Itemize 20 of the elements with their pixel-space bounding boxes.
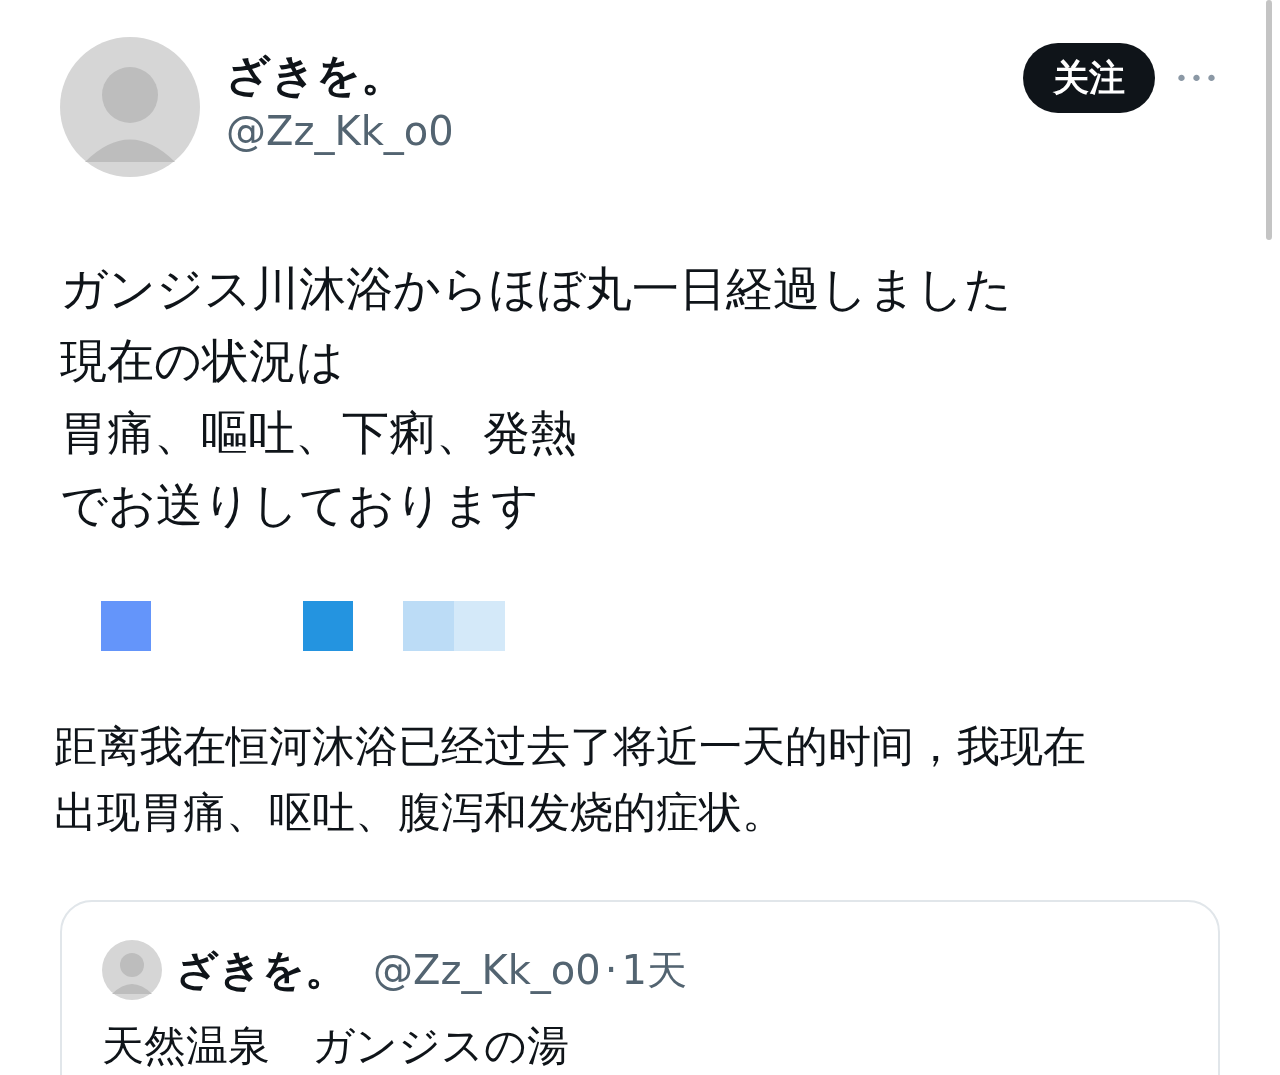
tweet-text: でお送りしております: [60, 476, 540, 534]
blurred-block: [101, 601, 151, 651]
scrollbar[interactable]: [1266, 0, 1272, 240]
separator-dot: ·: [604, 947, 618, 993]
tweet-text: ガンジス川沐浴からほぼ丸一日経過しました: [60, 260, 1013, 318]
author-handle: @Zz_Kk_o0: [373, 947, 601, 993]
avatar-icon: [102, 940, 162, 1000]
translated-text: 距离我在恒河沐浴已经过去了将近一天的时间，我现在: [54, 720, 1087, 773]
tweet-time: 1天: [621, 945, 687, 995]
author-name: ざきを。: [226, 48, 406, 102]
author-name: ざきを。: [176, 944, 347, 996]
avatar-icon[interactable]: [60, 37, 200, 177]
translated-text: 出现胃痛、呕吐、腹泻和发烧的症状。: [54, 786, 786, 839]
author-handle: @Zz_Kk_o0: [226, 107, 455, 157]
quoted-tweet-text: 天然温泉 ガンジスの湯: [102, 1020, 570, 1072]
blurred-block: [303, 601, 353, 651]
tweet-text: 胃痛、嘔吐、下痢、発熱: [60, 404, 578, 462]
quoted-tweet-card[interactable]: ざきを。 @Zz_Kk_o0·1天 天然温泉 ガンジスの湯: [60, 900, 1220, 1075]
tweet-text: 現在の状況は: [60, 332, 345, 390]
follow-button[interactable]: 关注: [1023, 43, 1156, 113]
